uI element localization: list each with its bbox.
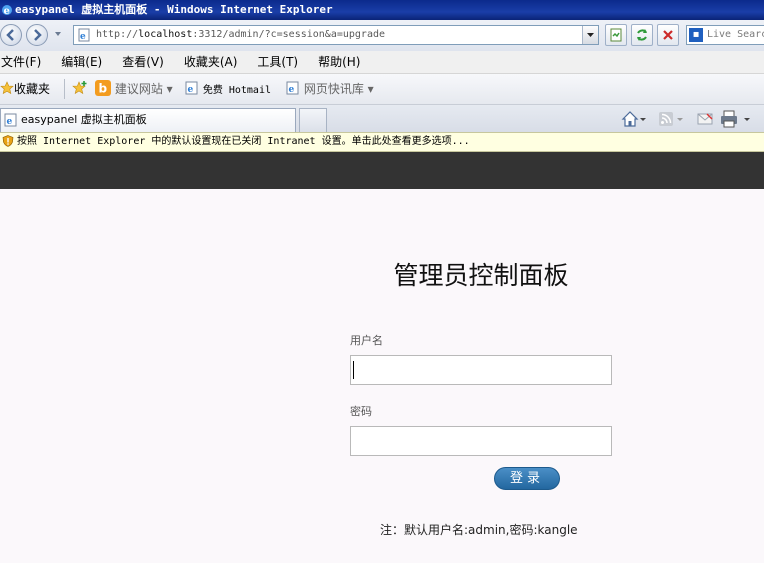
forward-button[interactable]: [26, 24, 48, 46]
menu-file[interactable]: 文件(F): [1, 51, 41, 73]
search-placeholder: Live Search: [707, 29, 764, 40]
username-input[interactable]: [350, 355, 612, 385]
menu-edit[interactable]: 编辑(E): [61, 51, 102, 73]
add-star-icon: [72, 81, 87, 95]
new-tab-button[interactable]: [299, 108, 327, 132]
refresh-button[interactable]: [631, 24, 653, 46]
compatibility-icon: [610, 28, 622, 42]
navigation-bar: e http://localhost:3312/admin/?c=session…: [0, 20, 764, 51]
back-arrow-icon: [6, 29, 14, 41]
compatibility-view-button[interactable]: [605, 24, 627, 46]
ie-page-icon: e: [185, 81, 198, 95]
suggested-sites-link[interactable]: b 建议网站 ▾: [95, 74, 173, 104]
menu-tools[interactable]: 工具(T): [257, 51, 298, 73]
favbar-divider: [64, 79, 65, 99]
tab-easypanel[interactable]: e easypanel 虚拟主机面板: [0, 108, 296, 132]
warning-shield-icon: [2, 135, 14, 147]
history-dropdown-icon[interactable]: [54, 30, 62, 38]
menu-bar: 文件(F) 编辑(E) 查看(V) 收藏夹(A) 工具(T) 帮助(H): [0, 51, 764, 74]
bing-icon: b: [95, 80, 111, 96]
username-label: 用户名: [350, 334, 383, 347]
search-box[interactable]: ▪ Live Search: [686, 25, 764, 45]
menu-favorites[interactable]: 收藏夹(A): [184, 51, 238, 73]
mail-icon[interactable]: [696, 110, 716, 128]
tab-row: e easypanel 虚拟主机面板: [0, 105, 764, 132]
close-icon: [663, 30, 673, 40]
tab-title: easypanel 虚拟主机面板: [21, 113, 147, 126]
hotmail-link[interactable]: e 免费 Hotmail: [185, 74, 271, 106]
refresh-icon: [637, 29, 647, 41]
svg-text:b: b: [99, 82, 108, 96]
favorites-bar: 收藏夹 b 建议网站 ▾ e 免费 Hotmail e 网页快讯库 ▾: [0, 74, 764, 105]
default-credentials-note: 注：默认用户名:admin,密码:kangle: [380, 523, 578, 537]
address-url[interactable]: http://localhost:3312/admin/?c=session&a…: [96, 26, 385, 44]
favorites-button[interactable]: 收藏夹: [0, 74, 50, 104]
chevron-down-icon: [587, 33, 594, 37]
menu-help[interactable]: 帮助(H): [318, 51, 360, 73]
password-input[interactable]: [350, 426, 612, 456]
page-icon: e: [78, 28, 90, 42]
add-favorite-button[interactable]: [71, 74, 89, 104]
site-header-bar: [0, 152, 764, 189]
ie-page-icon: e: [286, 81, 299, 95]
address-bar[interactable]: e http://localhost:3312/admin/?c=session…: [73, 25, 599, 45]
svg-text:e: e: [4, 6, 10, 16]
svg-text:e: e: [80, 32, 86, 42]
ie-page-icon: e: [4, 113, 17, 127]
svg-text:e: e: [7, 117, 13, 127]
home-icon[interactable]: [621, 110, 647, 128]
forward-arrow-icon: [34, 29, 42, 41]
information-bar[interactable]: 按照 Internet Explorer 中的默认设置现在已关闭 Intrane…: [0, 132, 764, 152]
live-search-icon: ▪: [689, 28, 703, 42]
window-title: easypanel 虚拟主机面板 - Windows Internet Expl…: [15, 3, 333, 16]
address-dropdown-button[interactable]: [582, 26, 598, 44]
feeds-icon[interactable]: [658, 110, 684, 128]
menu-view[interactable]: 查看(V): [122, 51, 164, 73]
information-bar-text: 按照 Internet Explorer 中的默认设置现在已关闭 Intrane…: [17, 136, 470, 147]
svg-text:e: e: [188, 85, 194, 95]
ie-logo-icon: e: [1, 3, 13, 17]
back-button[interactable]: [0, 24, 22, 46]
svg-text:e: e: [289, 85, 295, 95]
password-label: 密码: [350, 405, 372, 418]
print-icon[interactable]: [719, 110, 753, 128]
stop-button[interactable]: [657, 24, 679, 46]
web-slice-gallery-link[interactable]: e 网页快讯库 ▾: [286, 74, 374, 104]
star-icon: [0, 81, 14, 95]
window-titlebar: e easypanel 虚拟主机面板 - Windows Internet Ex…: [0, 0, 764, 20]
text-cursor: [353, 361, 354, 379]
login-button[interactable]: 登录: [494, 467, 560, 490]
login-heading: 管理员控制面板: [393, 261, 569, 290]
